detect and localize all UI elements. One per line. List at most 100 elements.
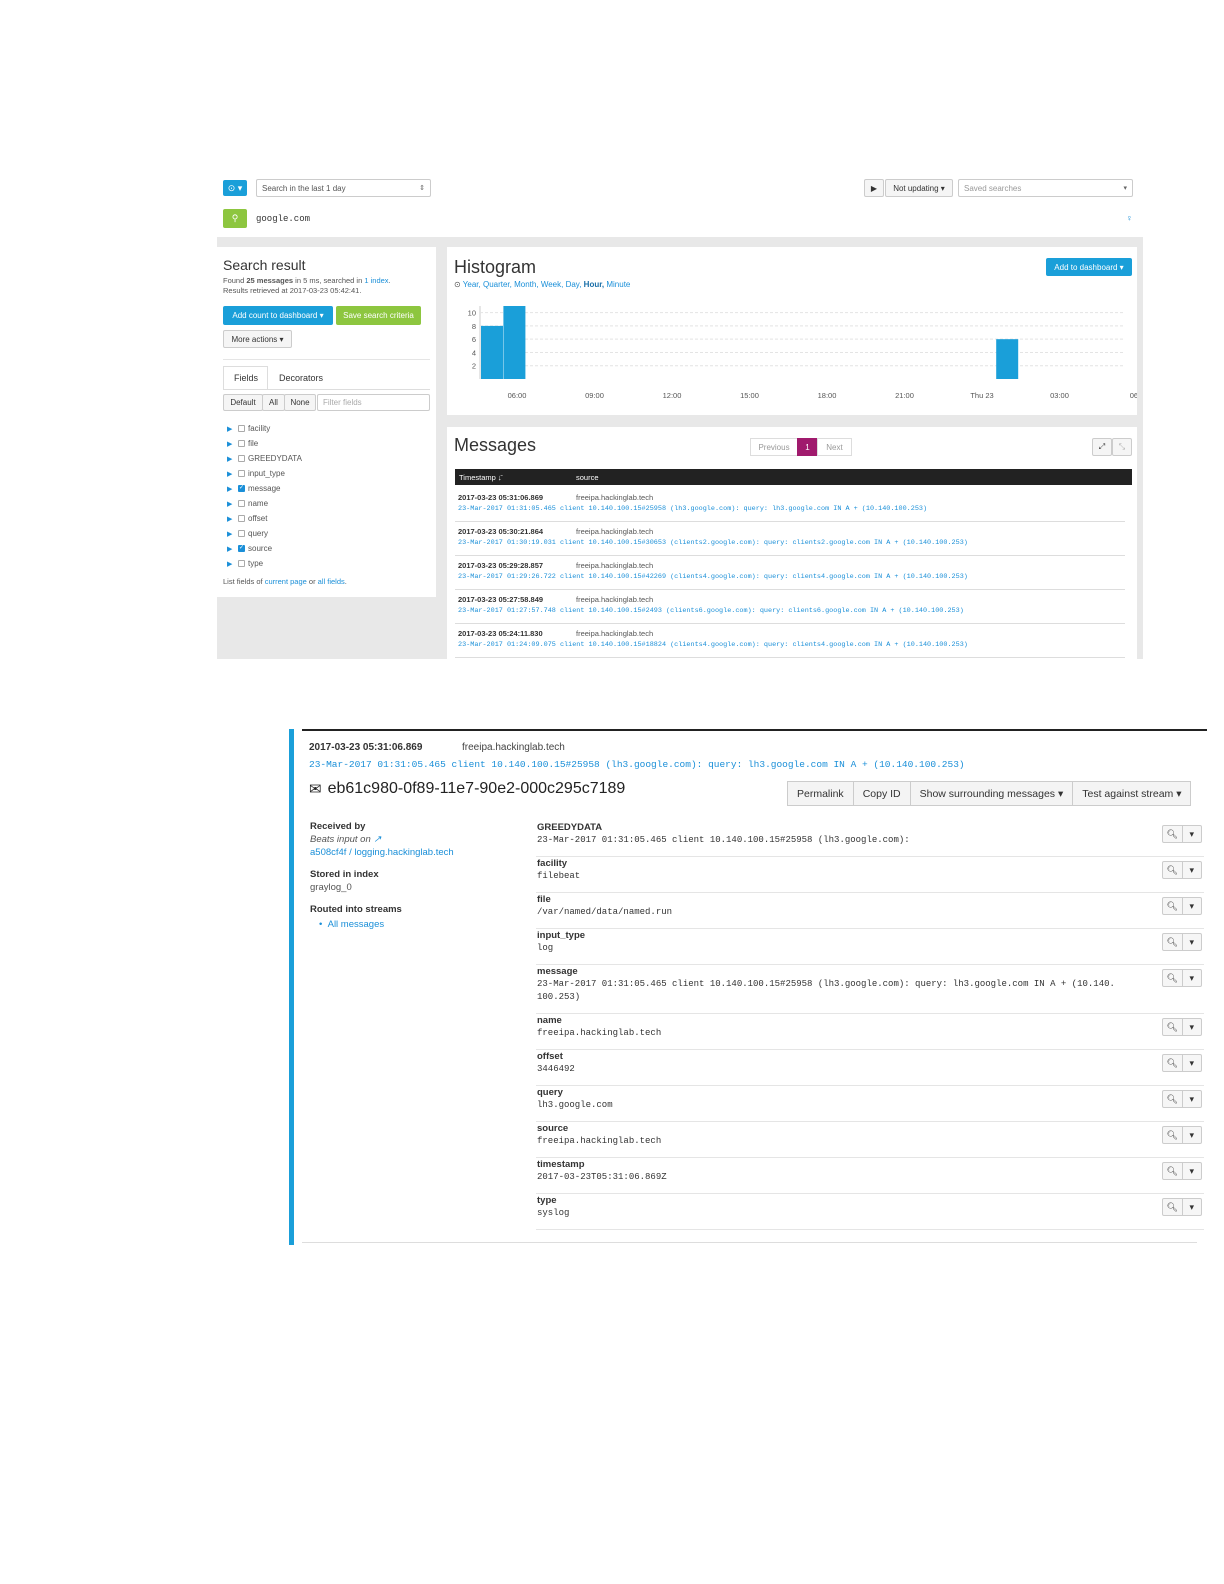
- field-checkbox[interactable]: [238, 440, 245, 447]
- index-link[interactable]: 1 index: [364, 276, 388, 285]
- save-search-criteria-button[interactable]: Save search criteria: [336, 306, 421, 325]
- chevron-down-icon[interactable]: ▾: [1181, 1163, 1202, 1179]
- field-checkbox[interactable]: [238, 544, 245, 552]
- message-row[interactable]: 2017-03-23 05:24:11.830 freeipa.hackingla…: [455, 623, 1125, 658]
- resolution-link[interactable]: Year,: [463, 280, 481, 289]
- lightbulb-icon[interactable]: ♀: [1126, 213, 1133, 223]
- search-field-icon[interactable]: 🔍︎: [1163, 1019, 1182, 1035]
- message-row[interactable]: 2017-03-23 05:30:21.864 freeipa.hackingla…: [455, 521, 1125, 556]
- field-checkbox[interactable]: [238, 515, 245, 522]
- saved-searches-select[interactable]: Saved searches ▾: [958, 179, 1133, 197]
- expand-caret-icon[interactable]: ▶: [227, 560, 235, 568]
- collapse-icon[interactable]: ⤡: [1112, 438, 1132, 456]
- add-to-dashboard-button[interactable]: Add to dashboard ▾: [1046, 258, 1132, 276]
- search-field-icon[interactable]: 🔍︎: [1163, 826, 1182, 842]
- field-checkbox[interactable]: [238, 500, 245, 507]
- source-column-header[interactable]: source: [576, 473, 599, 482]
- chevron-down-icon[interactable]: ▾: [1181, 970, 1202, 986]
- permalink-button[interactable]: Permalink: [787, 781, 854, 806]
- field-checkbox[interactable]: [238, 530, 245, 537]
- fields-all-button[interactable]: All: [262, 394, 285, 411]
- expand-caret-icon[interactable]: ▶: [227, 545, 235, 553]
- search-field-icon[interactable]: 🔍︎: [1163, 898, 1182, 914]
- resolution-link[interactable]: Week,: [541, 280, 564, 289]
- message-row[interactable]: 2017-03-23 05:29:28.857 freeipa.hackingla…: [455, 555, 1125, 590]
- chevron-down-icon[interactable]: ▾: [1181, 934, 1202, 950]
- search-field-icon[interactable]: 🔍︎: [1163, 1055, 1182, 1071]
- filter-fields-input[interactable]: Filter fields: [317, 394, 430, 411]
- search-field-icon[interactable]: 🔍︎: [1163, 970, 1182, 986]
- tab-decorators[interactable]: Decorators: [279, 373, 323, 383]
- chevron-down-icon[interactable]: ▾: [1181, 1055, 1202, 1071]
- search-field-icon[interactable]: 🔍︎: [1163, 1127, 1182, 1143]
- chevron-down-icon[interactable]: ▾: [1181, 1019, 1202, 1035]
- next-page-button[interactable]: Next: [817, 438, 852, 456]
- field-checkbox[interactable]: [238, 455, 245, 462]
- add-count-to-dashboard-button[interactable]: Add count to dashboard ▾: [223, 306, 333, 325]
- detail-message-line[interactable]: 23-Mar-2017 01:31:05.465 client 10.140.1…: [309, 759, 965, 770]
- field-list-item[interactable]: ▶ query: [227, 529, 268, 538]
- message-field-name: offset: [537, 1051, 563, 1062]
- search-field-icon[interactable]: 🔍︎: [1163, 1199, 1182, 1215]
- copy-id-button[interactable]: Copy ID: [852, 781, 911, 806]
- resolution-link[interactable]: Minute: [606, 280, 630, 289]
- search-button[interactable]: ⚲: [223, 209, 247, 228]
- field-checkbox[interactable]: [238, 470, 245, 477]
- expand-caret-icon[interactable]: ▶: [227, 485, 235, 493]
- fields-none-button[interactable]: None: [284, 394, 316, 411]
- chevron-down-icon[interactable]: ▾: [1181, 862, 1202, 878]
- resolution-link[interactable]: Day,: [566, 280, 582, 289]
- field-checkbox[interactable]: [238, 484, 245, 492]
- field-list-item[interactable]: ▶ file: [227, 439, 258, 448]
- expand-caret-icon[interactable]: ▶: [227, 455, 235, 463]
- field-list-item[interactable]: ▶ input_type: [227, 469, 285, 478]
- input-link-icon[interactable]: ↗: [373, 834, 381, 845]
- field-list-item[interactable]: ▶ source: [227, 544, 272, 553]
- field-checkbox[interactable]: [238, 560, 245, 567]
- chevron-down-icon[interactable]: ▾: [1181, 1199, 1202, 1215]
- expand-caret-icon[interactable]: ▶: [227, 500, 235, 508]
- message-row[interactable]: 2017-03-23 05:27:58.849 freeipa.hackingla…: [455, 589, 1125, 624]
- field-list-item[interactable]: ▶ message: [227, 484, 280, 493]
- chevron-down-icon[interactable]: ▾: [1181, 826, 1202, 842]
- expand-caret-icon[interactable]: ▶: [227, 530, 235, 538]
- expand-caret-icon[interactable]: ▶: [227, 440, 235, 448]
- resolution-link[interactable]: Hour,: [584, 280, 604, 289]
- query-input[interactable]: google.com: [256, 214, 310, 224]
- resolution-link[interactable]: Quarter,: [483, 280, 512, 289]
- chevron-down-icon[interactable]: ▾: [1181, 898, 1202, 914]
- field-list-item[interactable]: ▶ GREEDYDATA: [227, 454, 302, 463]
- expand-icon[interactable]: ⤢: [1092, 438, 1112, 456]
- resolution-link[interactable]: Month,: [514, 280, 538, 289]
- expand-caret-icon[interactable]: ▶: [227, 425, 235, 433]
- chevron-down-icon[interactable]: ▾: [1181, 1091, 1202, 1107]
- search-field-icon[interactable]: 🔍︎: [1163, 1091, 1182, 1107]
- search-field-icon[interactable]: 🔍︎: [1163, 862, 1182, 878]
- search-field-icon[interactable]: 🔍︎: [1163, 934, 1182, 950]
- all-fields-link[interactable]: all fields: [318, 577, 345, 586]
- expand-caret-icon[interactable]: ▶: [227, 515, 235, 523]
- page-1-button[interactable]: 1: [797, 438, 818, 456]
- current-page-link[interactable]: current page: [265, 577, 307, 586]
- field-list-item[interactable]: ▶ name: [227, 499, 268, 508]
- field-list-item[interactable]: ▶ type: [227, 559, 263, 568]
- fields-default-button[interactable]: Default: [223, 394, 263, 411]
- previous-page-button[interactable]: Previous: [750, 438, 798, 456]
- time-range-select[interactable]: Search in the last 1 day ⇕: [256, 179, 431, 197]
- field-list-item[interactable]: ▶ facility: [227, 424, 270, 433]
- message-row[interactable]: 2017-03-23 05:31:06.869 freeipa.hackingla…: [455, 487, 1125, 522]
- chevron-down-icon[interactable]: ▾: [1181, 1127, 1202, 1143]
- field-checkbox[interactable]: [238, 425, 245, 432]
- show-surrounding-messages-button[interactable]: Show surrounding messages ▾: [909, 781, 1074, 806]
- play-button[interactable]: ▶: [864, 179, 884, 197]
- not-updating-dropdown[interactable]: Not updating ▾: [885, 179, 953, 197]
- search-field-icon[interactable]: 🔍︎: [1163, 1163, 1182, 1179]
- test-against-stream-button[interactable]: Test against stream ▾: [1072, 781, 1192, 806]
- expand-caret-icon[interactable]: ▶: [227, 470, 235, 478]
- timestamp-column-header[interactable]: Timestamp ↓̄: [459, 473, 502, 482]
- all-messages-stream-link[interactable]: All messages: [328, 919, 385, 930]
- node-link[interactable]: a508cf4f / logging.hackinglab.tech: [310, 847, 454, 858]
- more-actions-button[interactable]: More actions ▾: [223, 330, 292, 348]
- field-list-item[interactable]: ▶ offset: [227, 514, 267, 523]
- time-range-type-button[interactable]: ⊙ ▾: [223, 180, 247, 196]
